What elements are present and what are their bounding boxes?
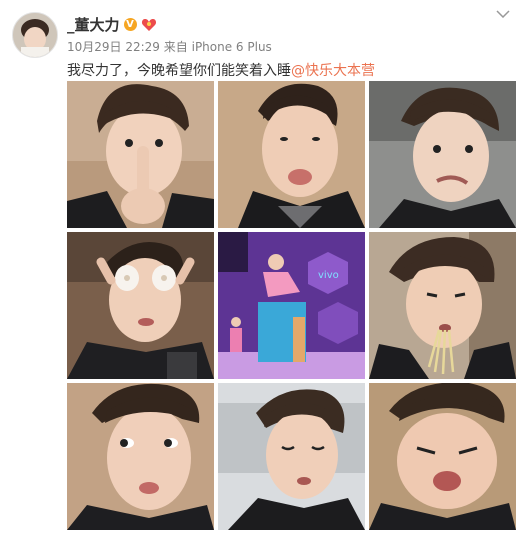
photo-grid: vivo	[67, 81, 516, 530]
source-prefix: 来自	[163, 40, 188, 54]
photo-squished-face[interactable]	[369, 383, 516, 530]
chevron-down-icon[interactable]	[496, 10, 510, 18]
post-text: 我尽力了，今晚希望你们能笑着入睡@快乐大本营	[67, 60, 375, 80]
heart-badge-icon	[141, 18, 156, 31]
photo-stage-performance[interactable]: vivo	[218, 232, 365, 379]
post-meta: 10月29日 22:29 来自 iPhone 6 Plus	[67, 38, 272, 55]
svg-text:vivo: vivo	[318, 270, 339, 281]
username-link[interactable]: _董大力	[67, 14, 120, 35]
timestamp[interactable]: 10月29日 22:29	[67, 40, 160, 54]
photo-sleepy-face[interactable]	[218, 383, 365, 530]
photo-pout-face[interactable]	[218, 81, 365, 228]
verified-v-icon: V	[123, 18, 137, 31]
photo-eating-noodles[interactable]	[369, 232, 516, 379]
photo-side-glance[interactable]	[67, 383, 214, 530]
post-body: 我尽力了，今晚希望你们能笑着入睡	[67, 63, 291, 79]
photo-eggs-on-eyes[interactable]	[67, 232, 214, 379]
name-row: _董大力 V	[67, 14, 157, 35]
photo-finger-on-nose[interactable]	[67, 81, 214, 228]
avatar[interactable]	[12, 12, 58, 58]
photo-frown-face[interactable]	[369, 81, 516, 228]
source-device[interactable]: iPhone 6 Plus	[192, 40, 272, 54]
mention-link[interactable]: @快乐大本营	[291, 63, 375, 79]
